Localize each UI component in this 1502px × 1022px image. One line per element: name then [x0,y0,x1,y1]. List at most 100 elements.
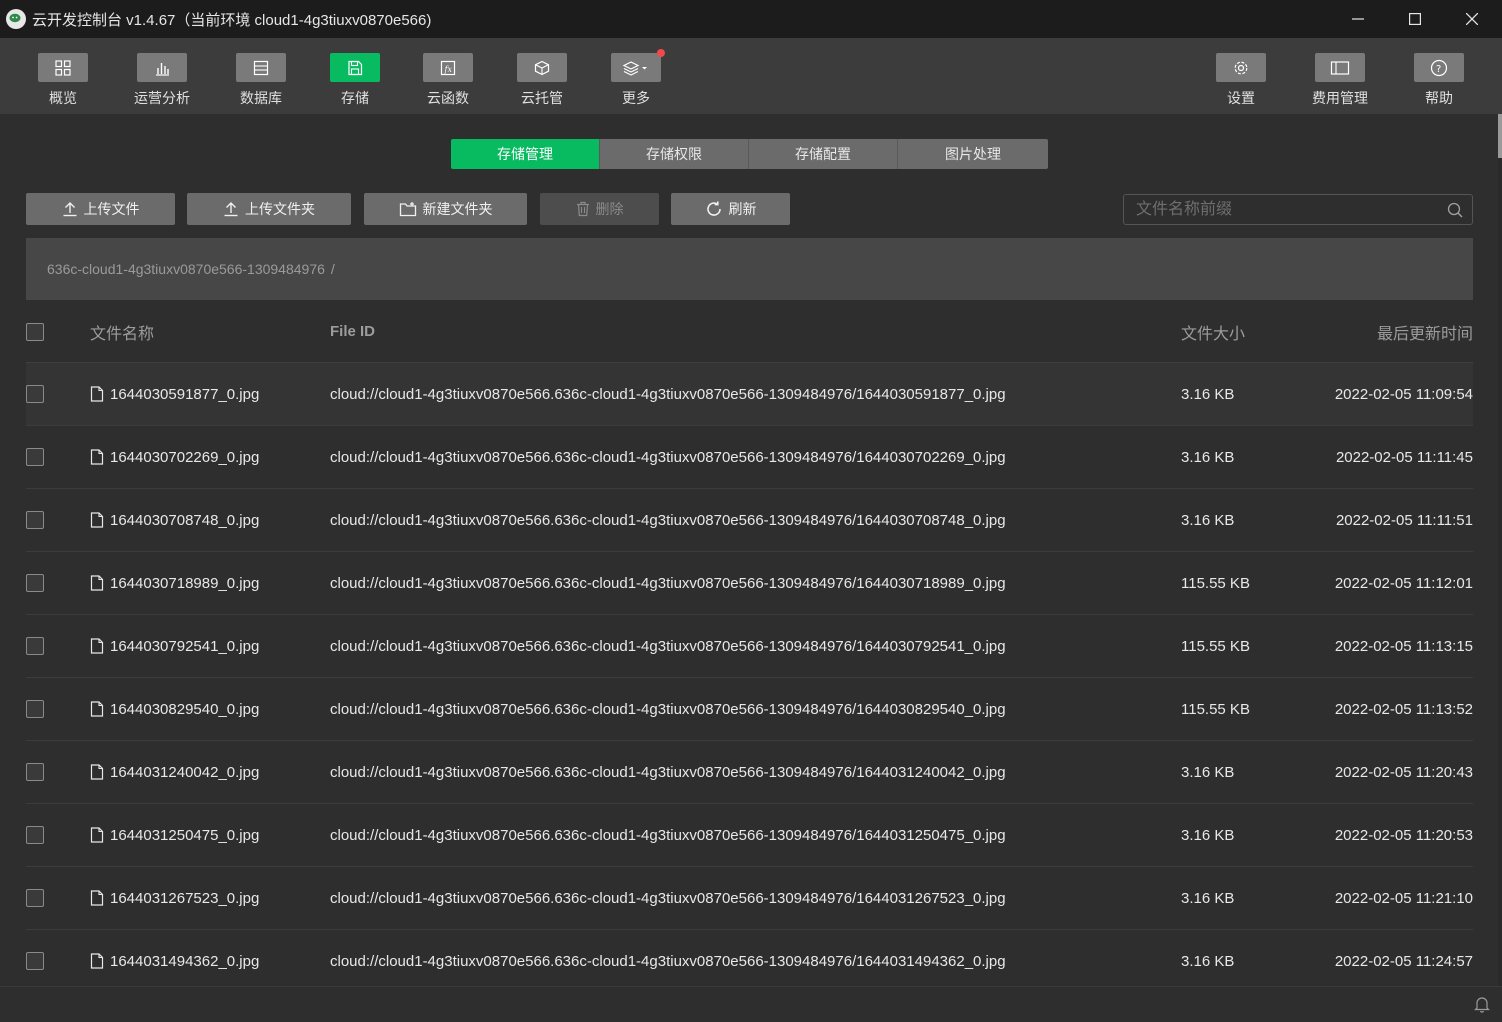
tool-storage[interactable]: 存储 [310,53,400,108]
file-name[interactable]: 1644031494362_0.jpg [110,953,259,970]
bell-icon[interactable] [1474,995,1490,1013]
tool-label: 运营分析 [134,90,190,106]
tool-analytics[interactable]: 运营分析 [117,53,207,108]
tool-settings[interactable]: 设置 [1196,53,1286,108]
tab-storage-permissions[interactable]: 存储权限 [600,139,749,169]
file-icon [90,764,104,780]
row-checkbox[interactable] [26,700,44,718]
tab-storage-config[interactable]: 存储配置 [749,139,898,169]
table-row[interactable]: 1644030702269_0.jpg cloud://cloud1-4g3tiu… [26,426,1473,489]
row-checkbox[interactable] [26,952,44,970]
row-checkbox[interactable] [26,826,44,844]
row-checkbox[interactable] [26,637,44,655]
header-updated-time[interactable]: 最后更新时间 [1377,301,1473,362]
updated-time: 2022-02-05 11:21:10 [1334,889,1473,907]
tool-help[interactable]: ? 帮助 [1394,53,1484,108]
title-bar: 云开发控制台 v1.4.67（当前环境 cloud1-4g3tiuxv0870e… [0,0,1502,38]
updated-time: 2022-02-05 11:09:54 [1334,385,1473,403]
scrollbar-track[interactable] [1498,158,1502,986]
maximize-button[interactable] [1386,0,1444,38]
file-name[interactable]: 1644030829540_0.jpg [110,701,259,718]
file-icon [90,827,104,843]
tool-label: 云托管 [521,90,563,106]
minimize-button[interactable] [1329,0,1387,38]
tool-overview[interactable]: 概览 [18,53,108,108]
file-icon [90,575,104,591]
tool-database[interactable]: 数据库 [216,53,306,108]
file-name[interactable]: 1644030702269_0.jpg [110,449,259,466]
breadcrumb-bucket[interactable]: 636c-cloud1-4g3tiuxv0870e566-1309484976 [47,261,325,277]
header-file-size[interactable]: 文件大小 [1181,301,1245,362]
table-row[interactable]: 1644030718989_0.jpg cloud://cloud1-4g3tiu… [26,552,1473,615]
upload-icon [63,202,76,217]
file-name[interactable]: 1644031267523_0.jpg [110,890,259,907]
file-name-cell: 1644031494362_0.jpg [90,930,259,992]
tool-billing[interactable]: 费用管理 [1295,53,1385,108]
tool-label: 设置 [1227,90,1255,106]
row-checkbox[interactable] [26,763,44,781]
main-toolbar: 概览 运营分析 数据库 存储 fx 云函数 云托管 更多 设置 费用管理 ? 帮… [0,38,1502,114]
file-icon [90,827,104,843]
tool-label: 概览 [49,90,77,106]
file-name-cell: 1644030718989_0.jpg [90,552,259,614]
tab-storage-management[interactable]: 存储管理 [451,139,600,169]
row-checkbox[interactable] [26,385,44,403]
table-row[interactable]: 1644030591877_0.jpg cloud://cloud1-4g3tiu… [26,363,1473,426]
row-checkbox[interactable] [26,511,44,529]
file-name[interactable]: 1644031240042_0.jpg [110,764,259,781]
tab-image-processing[interactable]: 图片处理 [898,139,1048,169]
close-button[interactable] [1443,0,1501,38]
file-size: 3.16 KB [1181,826,1235,844]
select-all-checkbox[interactable] [26,322,44,341]
new-folder-button[interactable]: 新建文件夹 [364,193,527,225]
header-file-name[interactable]: 文件名称 [90,301,154,362]
file-name[interactable]: 1644031250475_0.jpg [110,827,259,844]
tool-cloud-function[interactable]: fx 云函数 [403,53,493,108]
upload-file-button[interactable]: 上传文件 [26,193,175,225]
table-row[interactable]: 1644030829540_0.jpg cloud://cloud1-4g3tiu… [26,678,1473,741]
upload-file-label: 上传文件 [83,201,140,217]
file-icon [90,449,104,465]
file-icon [90,890,104,906]
billing-icon [1330,60,1350,75]
file-name[interactable]: 1644030708748_0.jpg [110,512,259,529]
storage-subtabs: 存储管理 存储权限 存储配置 图片处理 [451,139,1048,169]
file-name[interactable]: 1644030718989_0.jpg [110,575,259,592]
trash-icon [576,201,589,217]
file-size: 3.16 KB [1181,448,1235,466]
table-row[interactable]: 1644030792541_0.jpg cloud://cloud1-4g3tiu… [26,615,1473,678]
row-checkbox[interactable] [26,574,44,592]
upload-folder-button[interactable]: 上传文件夹 [187,193,351,225]
file-name[interactable]: 1644030792541_0.jpg [110,638,259,655]
table-row[interactable]: 1644031250475_0.jpg cloud://cloud1-4g3tiu… [26,804,1473,867]
wechat-devtools-icon [6,9,26,29]
file-icon [90,953,104,969]
table-row[interactable]: 1644031267523_0.jpg cloud://cloud1-4g3tiu… [26,867,1473,930]
file-icon [90,638,104,654]
tool-cloud-hosting[interactable]: 云托管 [497,53,587,108]
tool-more[interactable]: 更多 [591,49,681,108]
upload-icon [224,202,238,217]
scrollbar-thumb[interactable] [1498,114,1502,158]
search-input[interactable] [1124,195,1438,224]
breadcrumb: 636c-cloud1-4g3tiuxv0870e566-1309484976 … [26,238,1473,300]
row-checkbox[interactable] [26,889,44,907]
refresh-button[interactable]: 刷新 [671,193,790,225]
updated-time: 2022-02-05 11:11:51 [1335,511,1473,529]
header-file-id[interactable]: File ID [330,301,375,362]
file-name-cell: 1644031267523_0.jpg [90,867,259,929]
file-size: 115.55 KB [1181,574,1250,592]
delete-button[interactable]: 删除 [540,193,659,225]
file-search [1123,194,1473,225]
table-row[interactable]: 1644031240042_0.jpg cloud://cloud1-4g3tiu… [26,741,1473,804]
tool-label: 数据库 [240,90,282,106]
table-row[interactable]: 1644030708748_0.jpg cloud://cloud1-4g3tiu… [26,489,1473,552]
row-checkbox[interactable] [26,448,44,466]
search-button[interactable] [1438,202,1472,218]
file-name[interactable]: 1644030591877_0.jpg [110,386,259,403]
file-icon [90,890,104,906]
delete-label: 删除 [595,201,624,217]
maximize-icon [1409,13,1421,25]
table-row[interactable]: 1644031494362_0.jpg cloud://cloud1-4g3tiu… [26,930,1473,993]
updated-time: 2022-02-05 11:13:52 [1334,700,1473,718]
